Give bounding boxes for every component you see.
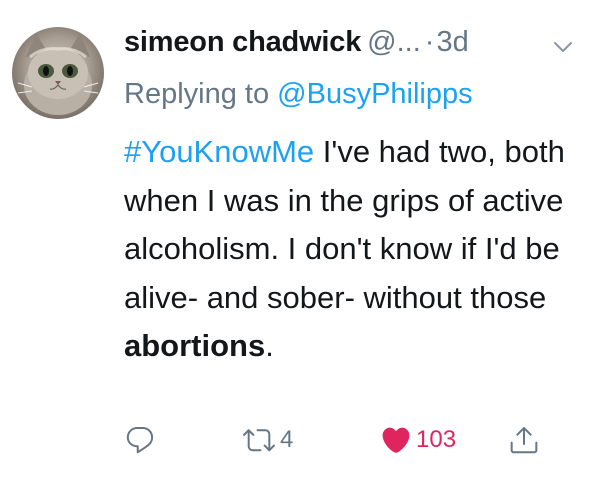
tweet-header: simeon chadwick @... ·3d bbox=[124, 26, 590, 66]
chevron-down-icon[interactable] bbox=[552, 36, 574, 58]
hashtag-link[interactable]: #YouKnowMe bbox=[124, 134, 314, 169]
share-button[interactable] bbox=[508, 420, 540, 460]
author-name[interactable]: simeon chadwick bbox=[124, 26, 361, 58]
share-icon bbox=[510, 427, 538, 454]
tweet-text-end: . bbox=[265, 328, 274, 363]
like-button[interactable]: 103 bbox=[380, 420, 456, 460]
author-handle[interactable]: @... bbox=[367, 26, 421, 58]
reply-icon bbox=[126, 426, 154, 454]
action-bar: 4 103 bbox=[124, 420, 564, 460]
retweet-icon bbox=[243, 429, 275, 452]
heart-icon bbox=[382, 427, 410, 453]
replying-to: Replying to @BusyPhilipps bbox=[124, 78, 473, 111]
tweet-text: #YouKnowMe I've had two, both when I was… bbox=[124, 128, 594, 371]
kitten-avatar-image bbox=[17, 33, 99, 115]
reply-button[interactable] bbox=[124, 420, 156, 460]
reply-mention-link[interactable]: @BusyPhilipps bbox=[277, 78, 472, 110]
separator: · bbox=[424, 26, 435, 58]
avatar[interactable] bbox=[12, 27, 104, 119]
retweet-count: 4 bbox=[280, 426, 294, 453]
reply-prefix: Replying to bbox=[124, 78, 278, 110]
retweet-button[interactable]: 4 bbox=[242, 420, 293, 460]
timestamp[interactable]: 3d bbox=[436, 26, 468, 58]
tweet-text-bold: abortions bbox=[124, 328, 266, 363]
like-count: 103 bbox=[416, 426, 457, 453]
tweet-card[interactable]: simeon chadwick @... ·3d Replying to @Busy… bbox=[0, 0, 610, 482]
